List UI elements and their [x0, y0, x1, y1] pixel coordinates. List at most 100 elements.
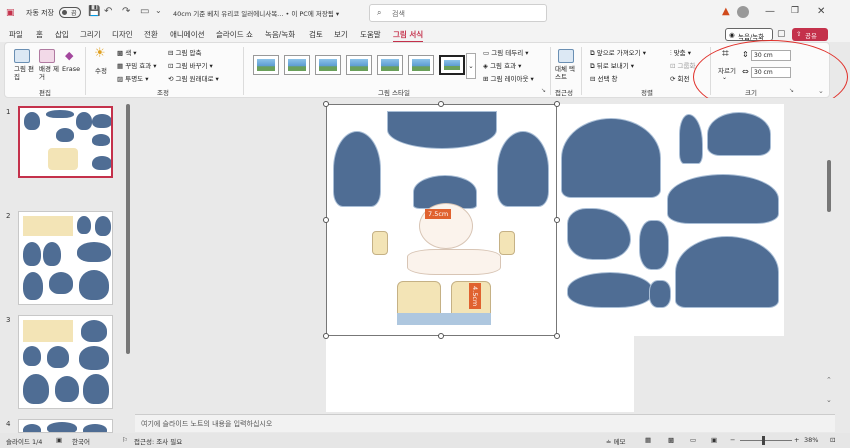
artistic-effects-button[interactable]: ▦ 꾸밈 효과 ▾ [117, 60, 157, 70]
picture-style-thumb[interactable] [284, 55, 310, 75]
zoom-slider[interactable] [740, 440, 792, 441]
change-picture-button[interactable]: ⊡ 그림 바꾸기 ▾ [168, 60, 213, 70]
picture-style-thumb[interactable] [439, 55, 465, 75]
spellcheck-icon[interactable]: ▣ [56, 436, 62, 444]
tab-view[interactable]: 보기 [334, 29, 348, 40]
remove-background-icon[interactable] [39, 49, 55, 63]
tab-home[interactable]: 홈 [36, 29, 43, 40]
picture-layout-button[interactable]: ⊞ 그림 레이아웃 ▾ [483, 73, 534, 83]
tab-animations[interactable]: 애니메이션 [170, 29, 205, 40]
overflow-image[interactable] [557, 104, 784, 336]
transparency-button[interactable]: ▨ 투명도 ▾ [117, 73, 149, 83]
slide-thumbnail[interactable] [18, 211, 113, 305]
slideshow-view-icon[interactable]: ▣ [711, 436, 717, 444]
resize-handle[interactable] [554, 217, 560, 223]
search-box[interactable]: ⌕ 검색 [369, 4, 547, 22]
slide-thumbnail[interactable] [18, 315, 113, 409]
picture-border-button[interactable]: ▭ 그림 테두리 ▾ [483, 47, 529, 57]
alt-text-icon[interactable] [558, 49, 574, 63]
zoom-in-icon[interactable]: + [794, 436, 799, 444]
zoom-slider-thumb[interactable] [762, 436, 765, 445]
zoom-level[interactable]: 38% [804, 436, 818, 444]
picture-style-thumb[interactable] [346, 55, 372, 75]
corrections-icon[interactable]: ☀ [94, 46, 106, 61]
accessibility-status[interactable]: 접근성: 조사 필요 [134, 436, 182, 446]
warning-icon[interactable]: ▲ [722, 6, 730, 17]
group-button[interactable]: ⊡ 그룹화 [670, 60, 695, 70]
qat-more-icon[interactable]: ⌄ [155, 6, 162, 15]
tab-insert[interactable]: 삽입 [55, 29, 69, 40]
hair-piece [649, 280, 671, 308]
undo-icon[interactable]: ↶ [104, 6, 112, 17]
align-button[interactable]: ⫶ 맞춤 ▾ [670, 47, 691, 58]
normal-view-icon[interactable]: ▦ [645, 436, 651, 444]
canvas-scrollbar[interactable] [827, 160, 831, 212]
tab-picture-format[interactable]: 그림 서식 [393, 29, 424, 43]
comment-icon[interactable]: ▢ [777, 29, 786, 39]
avatar[interactable] [737, 6, 749, 18]
scroll-down-icon[interactable]: ⌄ [826, 396, 832, 404]
corrections-button[interactable]: 수정 [95, 65, 107, 75]
zoom-out-icon[interactable]: − [730, 436, 735, 444]
notes-pane[interactable]: 여기에 슬라이드 노트의 내용을 입력하십시오 [135, 414, 835, 432]
picture-style-thumb[interactable] [377, 55, 403, 75]
tab-help[interactable]: 도움말 [360, 29, 381, 40]
slideshow-icon[interactable]: ▭ [140, 6, 149, 17]
resize-handle[interactable] [323, 333, 329, 339]
erase-button[interactable]: Erase [62, 65, 80, 73]
resize-handle[interactable] [438, 333, 444, 339]
resize-handle[interactable] [323, 217, 329, 223]
tab-record[interactable]: 녹음/녹화 [265, 29, 295, 40]
redo-icon[interactable]: ↷ [122, 6, 130, 17]
rotate-button[interactable]: ⟳ 회전 [670, 73, 689, 83]
styles-more-button[interactable]: ⌄ [466, 53, 476, 79]
hair-piece [679, 114, 703, 164]
restore-icon[interactable]: ❐ [791, 6, 799, 16]
resize-handle[interactable] [438, 101, 444, 107]
fit-to-window-icon[interactable]: ⊡ [830, 436, 835, 444]
document-title[interactable]: 40cm 기준 베치 유리코 일러에니사복... • 이 PC에 저장됨 ▾ [173, 8, 339, 18]
picture-style-thumb[interactable] [408, 55, 434, 75]
close-icon[interactable]: ✕ [817, 6, 825, 17]
remove-background-button[interactable]: 배경 제거 [39, 65, 59, 81]
language-status[interactable]: 한국어 [72, 436, 90, 446]
scroll-up-icon[interactable]: ⌃ [826, 376, 832, 384]
autosave-toggle[interactable] [59, 7, 81, 18]
styles-launcher-icon[interactable]: ↘ [541, 87, 546, 94]
picture-style-thumb[interactable] [253, 55, 279, 75]
slide-thumbnail[interactable] [18, 106, 113, 178]
picture-effects-button[interactable]: ◈ 그림 효과 ▾ [483, 60, 521, 70]
tab-draw[interactable]: 그리기 [80, 29, 101, 40]
tab-file[interactable]: 파일 [9, 29, 23, 40]
edit-picture-icon[interactable] [14, 49, 30, 63]
accessibility-icon[interactable]: ⚐ [122, 436, 128, 444]
tab-design[interactable]: 디자인 [112, 29, 133, 40]
selected-picture[interactable]: 7.5cm 4.5cm [326, 104, 557, 336]
reset-picture-button[interactable]: ⟲ 그림 원래대로 ▾ [168, 73, 219, 83]
slide-sorter-icon[interactable]: ▩ [668, 436, 674, 444]
save-icon[interactable]: 💾 [88, 6, 100, 17]
minimize-icon[interactable]: — [765, 6, 775, 17]
alt-text-button[interactable]: 대체 텍스트 [555, 65, 577, 81]
bring-forward-button[interactable]: ⧉ 앞으로 가져오기 ▾ [590, 47, 646, 58]
edit-picture-button[interactable]: 그림 편집 [14, 65, 34, 81]
reading-view-icon[interactable]: ▭ [690, 436, 696, 444]
tab-review[interactable]: 검토 [309, 29, 323, 40]
resize-handle[interactable] [554, 333, 560, 339]
selection-pane-button[interactable]: ⊟ 선택 창 [590, 73, 618, 83]
resize-handle[interactable] [323, 101, 329, 107]
tab-transitions[interactable]: 전환 [144, 29, 158, 40]
transparency-label: 투명도 [125, 75, 144, 83]
resize-handle[interactable] [554, 101, 560, 107]
thumbnail-scrollbar[interactable] [126, 104, 130, 354]
compress-pictures-button[interactable]: ⊟ 그림 압축 [168, 47, 202, 57]
notes-toggle-label: 메모 [613, 438, 626, 446]
picture-style-thumb[interactable] [315, 55, 341, 75]
send-backward-button[interactable]: ⧉ 뒤로 보내기 ▾ [590, 60, 634, 71]
eraser-icon[interactable]: ◆ [65, 49, 73, 62]
notes-toggle[interactable]: ≐ 메모 [606, 436, 625, 446]
tab-slideshow[interactable]: 슬라이드 쇼 [216, 29, 253, 40]
slide-thumbnail[interactable] [18, 419, 113, 433]
color-button[interactable]: ▩ 색 ▾ [117, 47, 137, 57]
share-button[interactable]: ⇧ 공유 [792, 28, 828, 41]
